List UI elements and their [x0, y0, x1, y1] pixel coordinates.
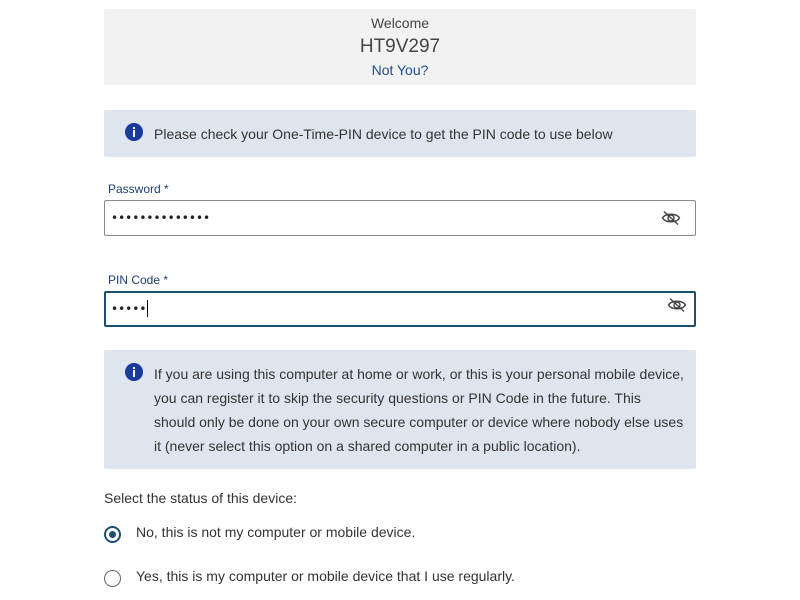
password-field[interactable]	[111, 201, 651, 235]
info-icon	[125, 123, 143, 141]
password-label: Password *	[108, 182, 169, 196]
radio-button[interactable]	[104, 526, 121, 543]
radio-option-label[interactable]: Yes, this is my computer or mobile devic…	[136, 567, 515, 585]
eye-slash-icon[interactable]	[661, 210, 681, 226]
pin-field[interactable]	[111, 292, 651, 326]
radio-option-my-device[interactable]: Yes, this is my computer or mobile devic…	[104, 567, 696, 591]
welcome-panel: Welcome HT9V297 Not You?	[104, 9, 696, 85]
otp-notice-text: Please check your One-Time-PIN device to…	[154, 126, 613, 142]
info-icon	[125, 363, 143, 381]
not-you-link[interactable]: Not You?	[372, 62, 429, 78]
device-notice: If you are using this computer at home o…	[104, 350, 696, 469]
login-form: Welcome HT9V297 Not You? Please check yo…	[104, 9, 696, 591]
welcome-label: Welcome	[370, 15, 430, 31]
pin-field-container	[104, 291, 696, 327]
otp-notice: Please check your One-Time-PIN device to…	[104, 110, 696, 157]
device-notice-text: If you are using this computer at home o…	[154, 366, 684, 454]
radio-option-not-my-device[interactable]: No, this is not my computer or mobile de…	[104, 523, 696, 547]
radio-option-label[interactable]: No, this is not my computer or mobile de…	[136, 523, 415, 541]
radio-button[interactable]	[104, 570, 121, 587]
device-status-label: Select the status of this device:	[104, 490, 297, 506]
text-caret	[147, 300, 148, 317]
pin-label: PIN Code *	[108, 273, 169, 287]
username: HT9V297	[359, 36, 441, 57]
password-field-container	[104, 200, 696, 236]
eye-slash-icon[interactable]	[667, 297, 687, 313]
